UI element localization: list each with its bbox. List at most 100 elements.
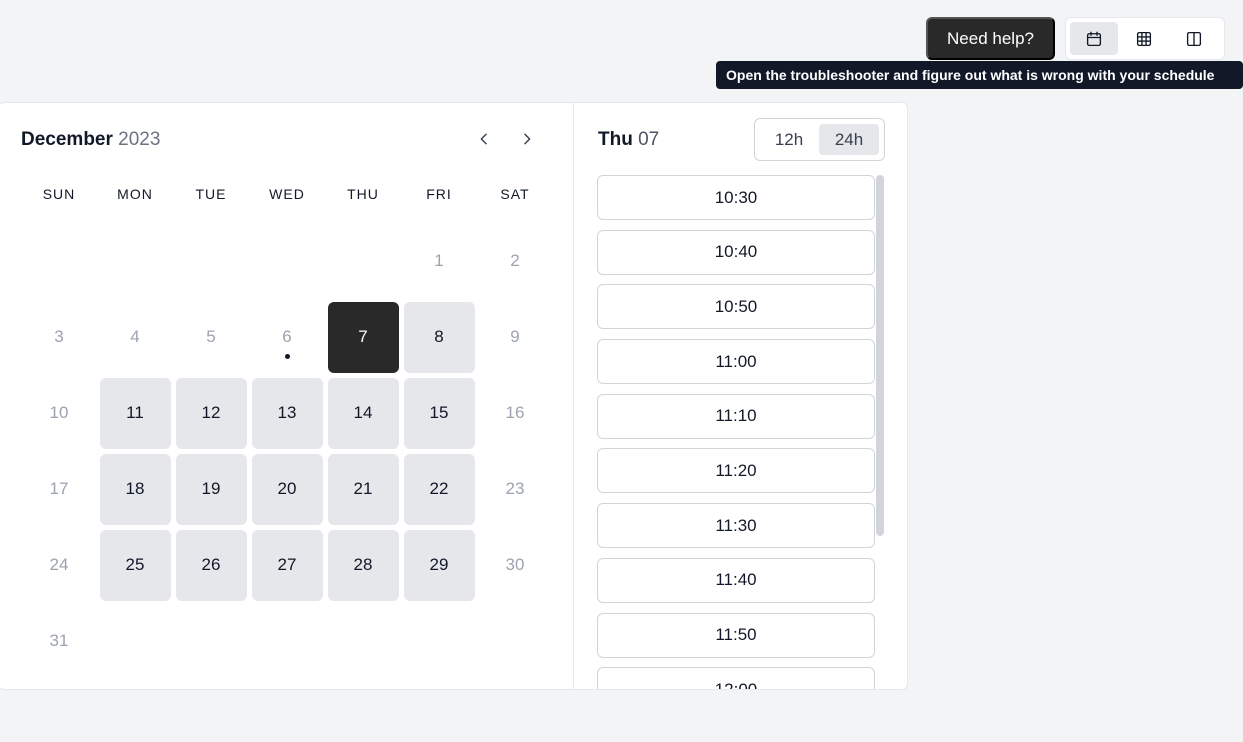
day-empty: [21, 223, 97, 299]
timeslot-button[interactable]: 11:50: [597, 612, 875, 658]
calendar-icon: [1086, 31, 1102, 46]
month-label: December: [21, 129, 113, 150]
next-month-button[interactable]: [513, 125, 541, 153]
timeslot-button[interactable]: 11:00: [597, 339, 875, 385]
day-button: 10: [24, 378, 95, 449]
day-number: 2: [510, 251, 520, 270]
day-number: 7: [358, 327, 368, 346]
day-number: 19: [201, 479, 221, 498]
day-button[interactable]: 18: [99, 453, 171, 525]
day-number: 23: [505, 479, 525, 498]
month-title: December 2023: [21, 129, 160, 151]
grid-icon: [1136, 31, 1152, 46]
view-column-button[interactable]: [1170, 22, 1218, 55]
day-button[interactable]: 14: [327, 377, 399, 449]
day-cell: 30: [477, 527, 553, 603]
day-cell: 22: [401, 451, 477, 527]
day-button[interactable]: 13: [251, 377, 323, 449]
day-button: 5: [176, 302, 247, 373]
view-month-button[interactable]: [1070, 22, 1118, 55]
day-selected-button[interactable]: 7: [327, 301, 399, 373]
day-button: 31: [24, 606, 95, 677]
day-button[interactable]: 15: [403, 377, 475, 449]
day-cell: 19: [173, 451, 249, 527]
day-button[interactable]: 26: [175, 529, 247, 601]
day-cell: 2: [477, 223, 553, 299]
format-12h-button[interactable]: 12h: [759, 124, 819, 155]
day-button: 24: [24, 530, 95, 601]
day-number: 16: [505, 403, 525, 422]
day-number: 25: [125, 555, 145, 574]
timeslot-button[interactable]: 12:00: [597, 667, 875, 689]
day-cell: 14: [325, 375, 401, 451]
day-number: 3: [54, 327, 64, 346]
day-cell: 10: [21, 375, 97, 451]
day-number: 20: [277, 479, 297, 498]
day-cell: 24: [21, 527, 97, 603]
day-number: 12: [201, 403, 221, 422]
weekday-label: WED: [269, 186, 305, 202]
day-empty: [173, 223, 249, 299]
day-button: 17: [24, 454, 95, 525]
day-button: 4: [100, 302, 171, 373]
day-button[interactable]: 25: [99, 529, 171, 601]
day-button[interactable]: 11: [99, 377, 171, 449]
format-24h-button[interactable]: 24h: [819, 124, 879, 155]
day-cell: 28: [325, 527, 401, 603]
weekday-label: THU: [347, 186, 379, 202]
day-number: 22: [429, 479, 449, 498]
day-cell: 21: [325, 451, 401, 527]
timeslot-button[interactable]: 10:50: [597, 284, 875, 330]
timeslot-button[interactable]: 11:20: [597, 448, 875, 494]
weekday-label: FRI: [426, 186, 452, 202]
timeslot-button[interactable]: 10:40: [597, 229, 875, 275]
day-cell: 13: [249, 375, 325, 451]
prev-month-button[interactable]: [470, 125, 498, 153]
timeslot-button[interactable]: 11:40: [597, 557, 875, 603]
day-button[interactable]: 19: [175, 453, 247, 525]
day-button[interactable]: 27: [251, 529, 323, 601]
day-number: 30: [505, 555, 525, 574]
day-button[interactable]: 29: [403, 529, 475, 601]
day-number: 1: [434, 251, 444, 270]
day-cell: 12: [173, 375, 249, 451]
timeslot-button[interactable]: 11:30: [597, 503, 875, 549]
timeslot-button[interactable]: 11:10: [597, 393, 875, 439]
timeslots-pane: Thu 07 12h 24h 10:30 10:40 10:50 11:00 11:10…: [573, 103, 907, 689]
day-cell: 17: [21, 451, 97, 527]
timeslot-button[interactable]: 10:30: [597, 175, 875, 220]
day-cell: 11: [97, 375, 173, 451]
day-empty: [97, 223, 173, 299]
chevron-right-icon: [524, 133, 531, 145]
need-help-button[interactable]: Need help?: [926, 17, 1055, 60]
day-button: 1: [404, 226, 475, 297]
day-number: 21: [353, 479, 373, 498]
day-cell: 25: [97, 527, 173, 603]
weekday-label: SAT: [500, 186, 530, 202]
selected-date-title: Thu 07: [598, 129, 659, 151]
day-number: 31: [49, 631, 69, 650]
day-cell: 26: [173, 527, 249, 603]
weekday-label: TUE: [195, 186, 227, 202]
day-button: 30: [480, 530, 551, 601]
day-button[interactable]: 21: [327, 453, 399, 525]
day-button[interactable]: 12: [175, 377, 247, 449]
weekday-label: MON: [117, 186, 153, 202]
day-button[interactable]: 22: [403, 453, 475, 525]
today-indicator: [284, 353, 290, 359]
weekday-header: SUN MON TUE WED THU FRI SAT: [21, 186, 553, 202]
day-cell: 16: [477, 375, 553, 451]
day-number: 17: [49, 479, 69, 498]
day-button: 23: [480, 454, 551, 525]
day-button[interactable]: 8: [403, 301, 475, 373]
day-number: 28: [353, 555, 373, 574]
day-number: 11: [126, 403, 144, 422]
day-button: 9: [480, 302, 551, 373]
scrollbar-thumb[interactable]: [876, 175, 884, 536]
view-weekly-button[interactable]: [1120, 22, 1168, 55]
day-button[interactable]: 28: [327, 529, 399, 601]
day-empty: [325, 223, 401, 299]
day-button[interactable]: 20: [251, 453, 323, 525]
day-button: 3: [24, 302, 95, 373]
day-cell: 5: [173, 299, 249, 375]
